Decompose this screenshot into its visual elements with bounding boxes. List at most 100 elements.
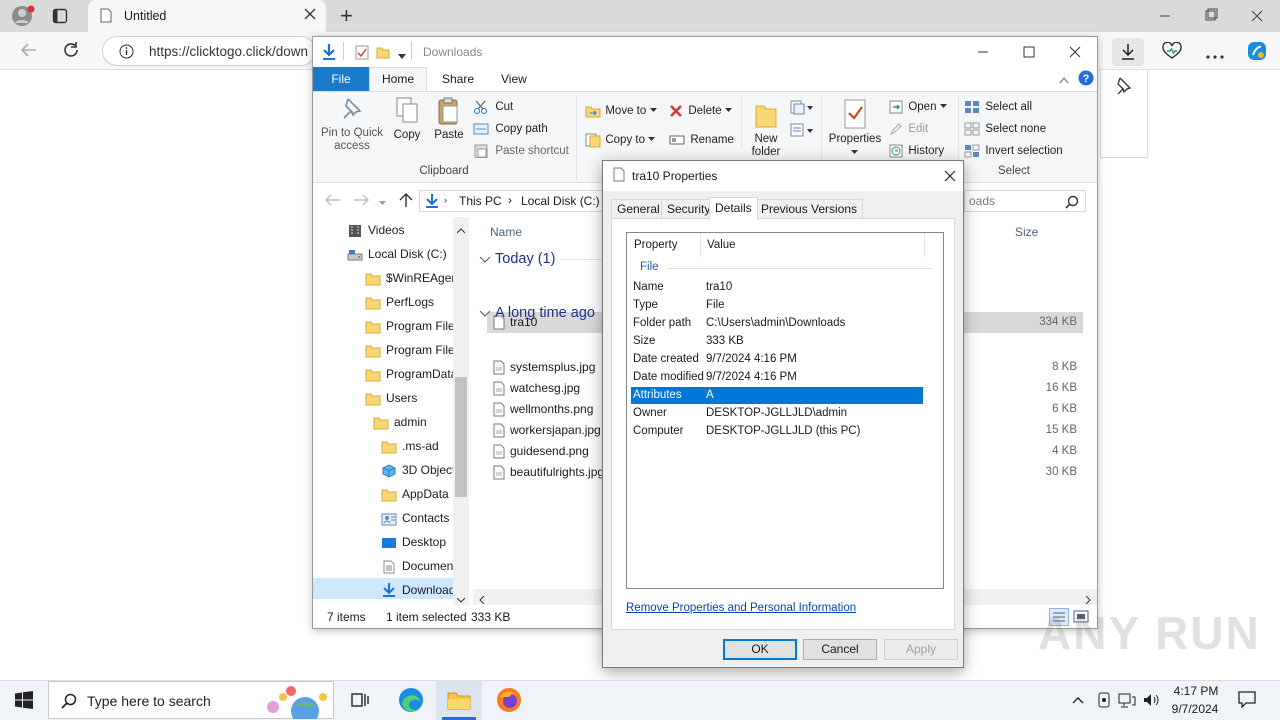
tree-item[interactable]: AppData — [313, 482, 468, 506]
search-box[interactable]: oads — [964, 190, 1086, 212]
browser-essentials-icon[interactable] — [1162, 41, 1182, 63]
property-row[interactable]: Name tra10 — [631, 279, 923, 296]
cancel-button[interactable]: Cancel — [803, 639, 877, 660]
tab-general[interactable]: General — [611, 199, 666, 219]
network-icon[interactable] — [1118, 691, 1136, 712]
dialog-close-icon[interactable] — [944, 170, 956, 185]
select-all-button[interactable]: Select all — [964, 99, 1032, 117]
property-row[interactable]: Date modified 9/7/2024 4:16 PM — [631, 369, 923, 386]
new-folder-button[interactable]: New folder — [749, 100, 783, 164]
tab-previous-versions[interactable]: Previous Versions — [755, 199, 864, 219]
tree-item[interactable]: Desktop — [313, 530, 468, 554]
property-list[interactable]: Property Value File Name tra10 Type File Fol… — [626, 232, 944, 589]
history-button[interactable]: History — [889, 143, 944, 161]
downloads-button[interactable] — [1112, 38, 1144, 66]
header-property[interactable]: Property — [634, 239, 677, 251]
new-tab-button[interactable]: + — [340, 3, 353, 29]
scroll-up-icon[interactable] — [456, 223, 466, 237]
scroll-right-icon[interactable] — [1085, 593, 1091, 607]
tree-item[interactable]: .ms-ad — [313, 434, 468, 458]
remove-properties-link[interactable]: Remove Properties and Personal Informati… — [626, 602, 856, 614]
tab-view[interactable]: View — [501, 72, 527, 86]
open-button[interactable]: Open — [889, 99, 948, 117]
copilot-icon[interactable] — [1246, 40, 1268, 65]
scrollbar-thumb[interactable] — [455, 377, 467, 497]
recent-dropdown-icon[interactable] — [379, 196, 387, 210]
refresh-icon[interactable] — [62, 41, 80, 62]
properties-quick-icon[interactable] — [355, 44, 369, 63]
clock-date[interactable]: 9/7/2024 — [1166, 702, 1224, 716]
tab-home[interactable]: Home — [369, 67, 427, 92]
tab-file[interactable]: File — [313, 67, 369, 91]
scroll-left-icon[interactable] — [479, 593, 485, 607]
select-none-button[interactable]: Select none — [964, 121, 1046, 139]
copy-to-button[interactable]: Copy to — [585, 132, 656, 150]
property-row[interactable]: Type File — [631, 297, 923, 314]
easy-access-icon[interactable] — [790, 122, 814, 141]
breadcrumb[interactable]: › This PC › Local Disk (C:) — [419, 190, 605, 212]
new-item-icon[interactable] — [790, 99, 814, 118]
properties-button[interactable]: Properties — [827, 98, 883, 164]
tab-share[interactable]: Share — [442, 72, 474, 86]
maximize-icon[interactable] — [1023, 46, 1035, 61]
scroll-down-icon[interactable] — [456, 592, 466, 606]
new-folder-quick-icon[interactable] — [376, 45, 390, 62]
invert-selection-button[interactable]: Invert selection — [964, 143, 1063, 161]
pin-to-quick-access-button[interactable]: Pin to Quick access — [319, 96, 385, 156]
windows-start-icon[interactable] — [15, 691, 33, 712]
tree-item[interactable]: ProgramData — [313, 362, 468, 386]
property-row[interactable]: Computer DESKTOP-JGLLJLD (this PC) — [631, 423, 923, 440]
column-size[interactable]: Size — [1015, 225, 1038, 239]
edit-button[interactable]: Edit — [889, 121, 928, 139]
ok-button[interactable]: OK — [723, 639, 797, 660]
property-row[interactable]: Folder path C:\Users\admin\Downloads — [631, 315, 923, 332]
breadcrumb-local-disk[interactable]: Local Disk (C:) — [521, 194, 600, 208]
up-arrow-icon[interactable] — [399, 192, 413, 211]
breadcrumb-this-pc[interactable]: This PC — [459, 194, 502, 208]
rename-button[interactable]: Rename — [669, 132, 734, 150]
task-view-icon[interactable] — [351, 691, 369, 712]
taskbar-search[interactable]: Type here to search — [48, 681, 334, 720]
tree-item[interactable]: Contacts — [313, 506, 468, 530]
copy-path-button[interactable]: Copy path — [473, 121, 548, 139]
forward-arrow-icon[interactable] — [353, 194, 369, 209]
paste-shortcut-button[interactable]: Paste shortcut — [473, 143, 569, 161]
move-to-button[interactable]: Move to — [585, 103, 658, 121]
volume-icon[interactable] — [1142, 691, 1160, 712]
tree-item[interactable]: Users — [313, 386, 468, 410]
pin-icon[interactable] — [1114, 76, 1132, 97]
help-icon[interactable]: ? — [1078, 70, 1094, 89]
tree-item[interactable]: Downloads — [313, 578, 468, 599]
clock-time[interactable]: 4:17 PM — [1170, 684, 1222, 698]
edge-icon[interactable] — [398, 687, 424, 716]
customize-dropdown-icon[interactable] — [398, 49, 406, 63]
minimize-icon[interactable] — [977, 46, 989, 61]
close-icon[interactable] — [1069, 46, 1081, 61]
copy-button[interactable]: Copy — [391, 96, 423, 156]
tree-item[interactable]: PerfLogs — [313, 290, 468, 314]
profile-icon[interactable] — [10, 4, 36, 28]
tree-item[interactable]: Program Files — [313, 338, 468, 362]
property-row[interactable]: Owner DESKTOP-JGLLJLD\admin — [631, 405, 923, 422]
collapse-ribbon-icon[interactable] — [1059, 73, 1069, 87]
tree-item[interactable]: Program Files — [313, 314, 468, 338]
tree-item[interactable]: Documents — [313, 554, 468, 578]
tree-item[interactable]: Local Disk (C:) — [313, 242, 468, 266]
delete-button[interactable]: Delete — [669, 103, 733, 121]
header-value[interactable]: Value — [707, 239, 736, 251]
tree-scrollbar[interactable] — [453, 217, 469, 605]
property-row[interactable]: Attributes A — [631, 387, 923, 404]
tree-item[interactable]: admin — [313, 410, 468, 434]
tab-details[interactable]: Details — [709, 197, 758, 220]
tree-item[interactable]: $WinREAgent — [313, 266, 468, 290]
back-arrow-icon[interactable] — [325, 194, 341, 209]
back-icon[interactable] — [20, 42, 38, 61]
column-name[interactable]: Name — [490, 225, 522, 239]
notification-icon[interactable] — [1238, 690, 1256, 711]
hardware-icon[interactable] — [1096, 691, 1112, 712]
browser-tab[interactable]: Untitled — [88, 0, 326, 32]
close-tab-icon[interactable] — [304, 8, 316, 23]
property-row[interactable]: Date created 9/7/2024 4:16 PM — [631, 351, 923, 368]
tab-actions-icon[interactable] — [52, 8, 68, 24]
paste-button[interactable]: Paste — [431, 96, 467, 156]
